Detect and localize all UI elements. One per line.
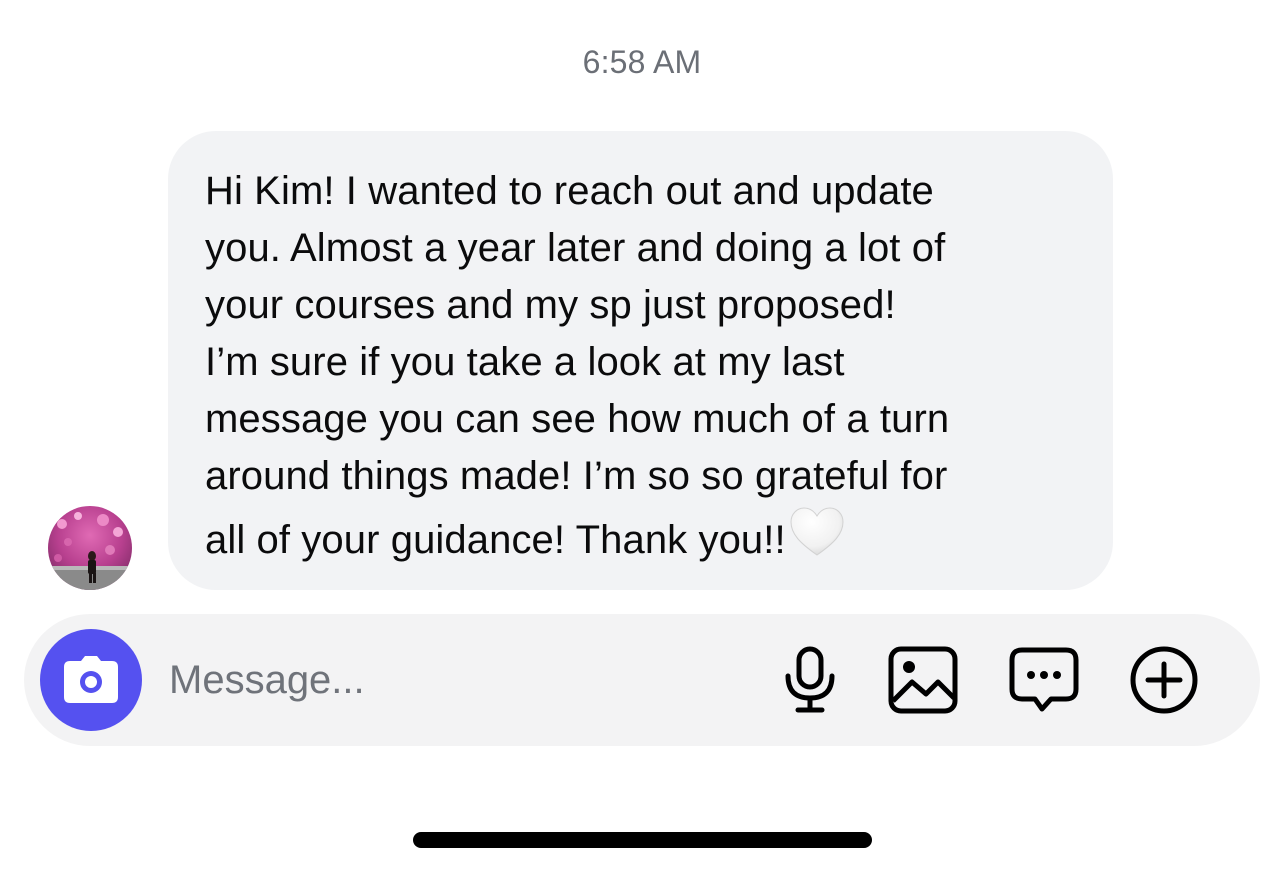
message-body: Hi Kim! I wanted to reach out and update… (205, 169, 950, 562)
camera-button[interactable] (40, 629, 142, 731)
home-indicator[interactable] (413, 832, 872, 848)
chat-bubble-icon (1009, 647, 1079, 712)
sender-avatar[interactable] (48, 506, 132, 590)
camera-icon (64, 656, 118, 703)
voice-message-button[interactable] (774, 644, 846, 716)
dm-thread-screen: 6:58 AM Hi Kim! I wanted to reach out an… (0, 0, 1284, 872)
sticker-button[interactable] (1008, 644, 1080, 716)
white-heart-icon (788, 505, 846, 575)
avatar-photo (48, 506, 132, 590)
incoming-message-bubble[interactable]: Hi Kim! I wanted to reach out and update… (168, 131, 1113, 590)
image-icon (888, 646, 958, 714)
more-options-button[interactable] (1128, 644, 1200, 716)
gallery-button[interactable] (887, 644, 959, 716)
message-input[interactable] (169, 650, 729, 710)
message-text: Hi Kim! I wanted to reach out and update… (205, 163, 1077, 575)
message-composer (24, 614, 1260, 746)
plus-circle-icon (1130, 646, 1198, 714)
message-timestamp: 6:58 AM (582, 44, 702, 80)
microphone-icon (785, 646, 835, 713)
